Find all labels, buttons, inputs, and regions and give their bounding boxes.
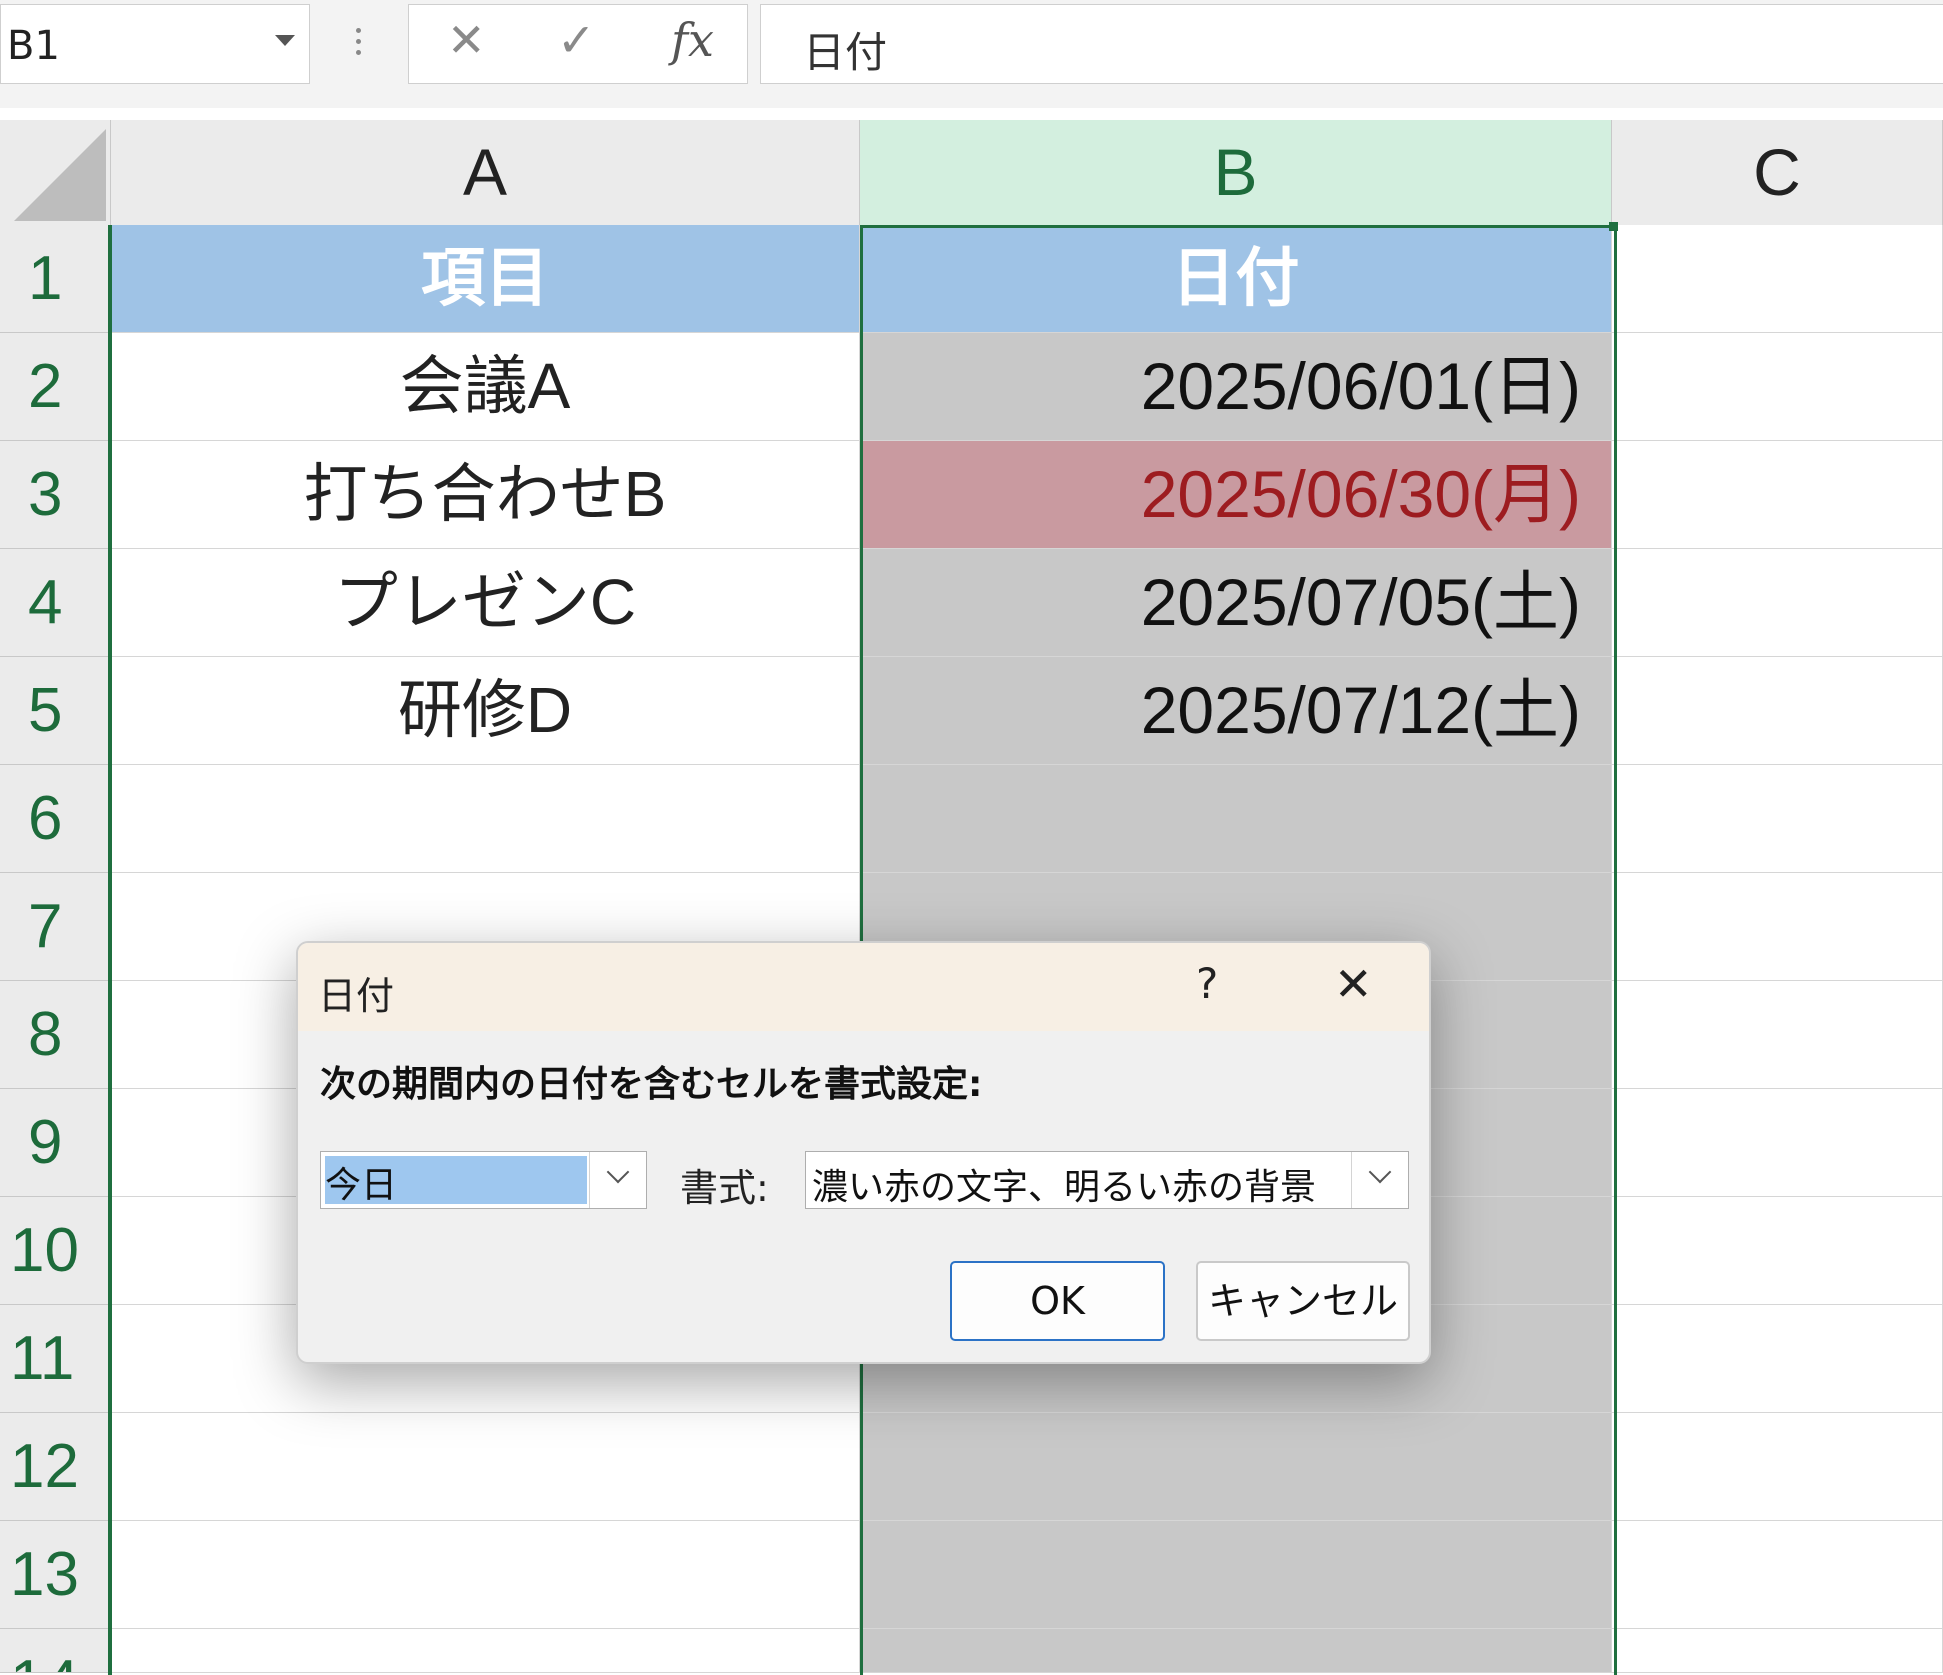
cell-b5[interactable]: 2025/07/12(土) bbox=[860, 657, 1612, 765]
cell-c12[interactable] bbox=[1612, 1413, 1943, 1521]
check-icon[interactable]: ✓ bbox=[557, 13, 596, 67]
ok-button[interactable]: OK bbox=[950, 1261, 1165, 1341]
date-occurring-dialog: 日付 ? ✕ 次の期間内の日付を含むセルを書式設定: 今日 書式: 濃い赤の文字… bbox=[296, 941, 1431, 1364]
cell-c5[interactable] bbox=[1612, 657, 1943, 765]
dialog-title: 日付 bbox=[318, 974, 395, 1018]
cell-c13[interactable] bbox=[1612, 1521, 1943, 1629]
row-header[interactable]: 13 bbox=[0, 1521, 111, 1629]
column-a-left-border bbox=[108, 225, 112, 1675]
cell-b12[interactable] bbox=[860, 1413, 1612, 1521]
dialog-titlebar[interactable]: 日付 ? ✕ bbox=[298, 943, 1429, 1031]
cell-a3[interactable]: 打ち合わせB bbox=[111, 441, 860, 549]
cell-c3[interactable] bbox=[1612, 441, 1943, 549]
row-header[interactable]: 11 bbox=[0, 1305, 111, 1413]
cell-c11[interactable] bbox=[1612, 1305, 1943, 1413]
period-select[interactable]: 今日 bbox=[320, 1151, 647, 1209]
close-icon[interactable]: ✕ bbox=[1334, 957, 1373, 1011]
dialog-instruction: 次の期間内の日付を含むセルを書式設定: bbox=[320, 1064, 983, 1105]
row-header[interactable]: 4 bbox=[0, 549, 111, 657]
row-header[interactable]: 1 bbox=[0, 225, 111, 333]
period-select-value: 今日 bbox=[325, 1156, 587, 1206]
cell-c7[interactable] bbox=[1612, 873, 1943, 981]
formula-value: 日付 bbox=[803, 28, 888, 77]
cell-a14[interactable] bbox=[111, 1629, 860, 1673]
cell-a12[interactable] bbox=[111, 1413, 860, 1521]
cell-b6[interactable] bbox=[860, 765, 1612, 873]
row-header[interactable]: 10 bbox=[0, 1197, 111, 1305]
cell-b13[interactable] bbox=[860, 1521, 1612, 1629]
cell-c8[interactable] bbox=[1612, 981, 1943, 1089]
row-header[interactable]: 14 bbox=[0, 1629, 111, 1673]
cell-a1[interactable]: 項目 bbox=[111, 225, 860, 333]
cancel-button[interactable]: キャンセル bbox=[1196, 1261, 1410, 1341]
row-header[interactable]: 5 bbox=[0, 657, 111, 765]
cell-b2[interactable]: 2025/06/01(日) bbox=[860, 333, 1612, 441]
chevron-down-icon[interactable] bbox=[275, 35, 295, 46]
cell-c1[interactable] bbox=[1612, 225, 1943, 333]
row-header[interactable]: 8 bbox=[0, 981, 111, 1089]
formula-buttons: ✕ ✓ fx bbox=[408, 4, 748, 84]
formula-input[interactable]: 日付 bbox=[760, 4, 1943, 84]
cancel-icon[interactable]: ✕ bbox=[447, 13, 486, 67]
cell-c2[interactable] bbox=[1612, 333, 1943, 441]
row-header[interactable]: 6 bbox=[0, 765, 111, 873]
cell-b14[interactable] bbox=[860, 1629, 1612, 1673]
help-icon[interactable]: ? bbox=[1196, 959, 1218, 1008]
cell-b1[interactable]: 日付 bbox=[860, 225, 1612, 333]
cell-c9[interactable] bbox=[1612, 1089, 1943, 1197]
fx-icon[interactable]: fx bbox=[671, 13, 714, 67]
column-header-b[interactable]: B bbox=[860, 120, 1612, 225]
cell-c6[interactable] bbox=[1612, 765, 1943, 873]
cell-a2[interactable]: 会議A bbox=[111, 333, 860, 441]
row-header[interactable]: 12 bbox=[0, 1413, 111, 1521]
chevron-down-icon[interactable] bbox=[1351, 1152, 1408, 1208]
chevron-down-icon[interactable] bbox=[589, 1152, 646, 1208]
column-header-a[interactable]: A bbox=[111, 120, 860, 225]
cell-a6[interactable] bbox=[111, 765, 860, 873]
cell-b4[interactable]: 2025/07/05(土) bbox=[860, 549, 1612, 657]
formula-bar: B1 ✕ ✓ fx 日付 bbox=[0, 0, 1943, 108]
name-box-value: B1 bbox=[7, 23, 60, 69]
cell-c10[interactable] bbox=[1612, 1197, 1943, 1305]
column-header-c[interactable]: C bbox=[1612, 120, 1943, 225]
name-box[interactable]: B1 bbox=[0, 4, 310, 84]
fill-handle[interactable] bbox=[1609, 222, 1618, 231]
row-header[interactable]: 9 bbox=[0, 1089, 111, 1197]
cell-c4[interactable] bbox=[1612, 549, 1943, 657]
cell-c14[interactable] bbox=[1612, 1629, 1943, 1673]
more-icon[interactable] bbox=[356, 28, 362, 64]
select-all-corner[interactable] bbox=[0, 120, 111, 225]
format-label: 書式: bbox=[680, 1166, 769, 1210]
cell-b3-highlighted[interactable]: 2025/06/30(月) bbox=[860, 441, 1612, 549]
cell-a13[interactable] bbox=[111, 1521, 860, 1629]
row-header[interactable]: 7 bbox=[0, 873, 111, 981]
row-header[interactable]: 2 bbox=[0, 333, 111, 441]
cell-a5[interactable]: 研修D bbox=[111, 657, 860, 765]
row-header[interactable]: 3 bbox=[0, 441, 111, 549]
format-select-value: 濃い赤の文字、明るい赤の背景 bbox=[812, 1167, 1317, 1208]
format-select[interactable]: 濃い赤の文字、明るい赤の背景 bbox=[805, 1151, 1409, 1209]
cell-a4[interactable]: プレゼンC bbox=[111, 549, 860, 657]
